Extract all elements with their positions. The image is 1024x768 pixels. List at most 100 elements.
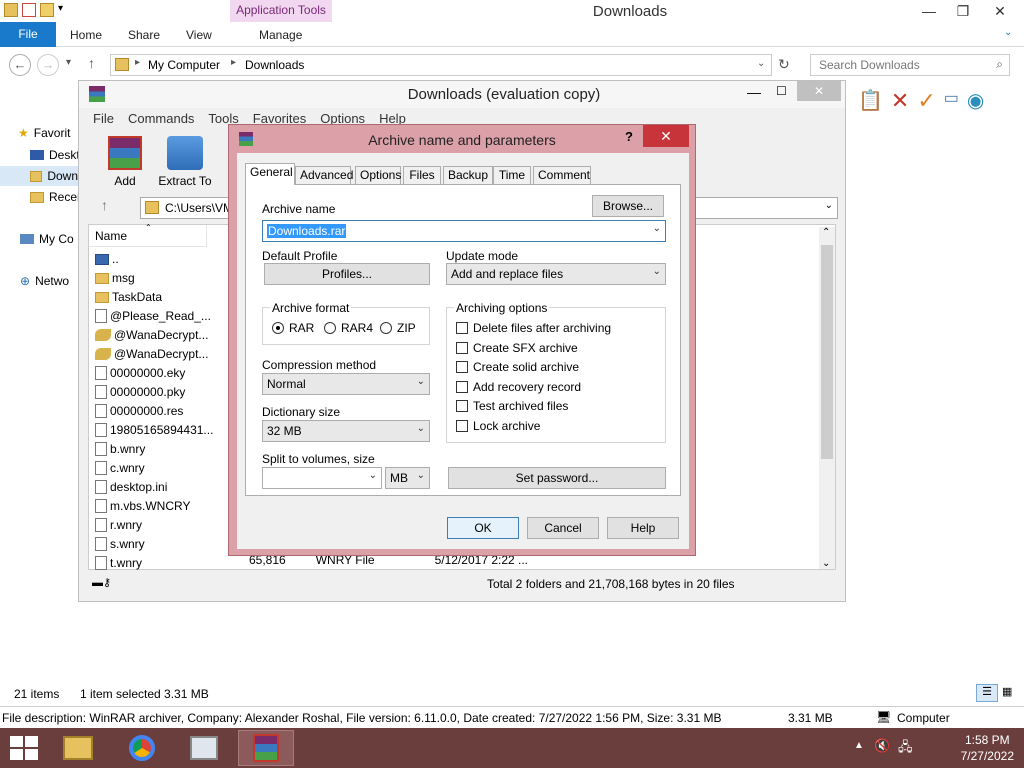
taskbar-chrome[interactable] xyxy=(114,730,170,766)
radio-rar[interactable]: RAR xyxy=(272,319,314,337)
tab-home[interactable]: Home xyxy=(70,28,102,42)
help-button[interactable]: Help xyxy=(607,517,679,539)
file-row[interactable]: r.wnry xyxy=(95,516,142,534)
option-checkbox[interactable]: Create solid archive xyxy=(456,358,579,376)
help-icon[interactable]: ⌄ xyxy=(1004,27,1012,38)
taskbar-winrar[interactable] xyxy=(238,730,294,766)
nav-my-computer[interactable]: My Co xyxy=(20,232,74,246)
dictionary-size-select[interactable]: 32 MB ⌄ xyxy=(262,420,430,442)
file-row[interactable]: @WanaDecrypt... xyxy=(95,326,208,344)
option-checkbox[interactable]: Delete files after archiving xyxy=(456,319,611,337)
add-button[interactable]: Add xyxy=(95,136,155,188)
profiles-button[interactable]: Profiles... xyxy=(264,263,430,285)
tab-share[interactable]: Share xyxy=(128,28,160,42)
nav-favorites[interactable]: ★ Favorit xyxy=(18,126,70,140)
tab-advanced[interactable]: Advanced xyxy=(295,166,353,184)
drive-icon[interactable]: ▬⚷ xyxy=(92,576,111,589)
file-row[interactable]: TaskData xyxy=(95,288,162,306)
breadcrumb-downloads[interactable]: Downloads xyxy=(245,58,304,72)
forward-button[interactable]: → xyxy=(37,54,59,76)
file-row[interactable]: desktop.ini xyxy=(95,478,167,496)
tab-backup[interactable]: Backup xyxy=(443,166,493,184)
menu-file[interactable]: File xyxy=(93,111,114,126)
tab-files[interactable]: Files xyxy=(403,166,441,184)
tab-file[interactable]: File xyxy=(0,22,56,47)
file-row[interactable]: s.wnry xyxy=(95,535,145,553)
file-row[interactable]: c.wnry xyxy=(95,459,145,477)
file-row[interactable]: b.wnry xyxy=(95,440,145,458)
network-icon[interactable]: 🖧 xyxy=(898,738,913,760)
nav-network[interactable]: ⊕ Netwo xyxy=(20,274,69,288)
tab-time[interactable]: Time xyxy=(493,166,531,184)
maximize-button[interactable]: ☐ xyxy=(776,84,787,98)
option-checkbox[interactable]: Test archived files xyxy=(456,397,568,415)
close-button[interactable]: ✕ xyxy=(980,0,1020,22)
cancel-button[interactable]: Cancel xyxy=(527,517,599,539)
recent-locations-icon[interactable]: ▾ xyxy=(66,57,71,68)
radio-rar4[interactable]: RAR4 xyxy=(324,319,373,337)
chevron-down-icon[interactable]: ⌄ xyxy=(653,223,661,234)
scroll-down-icon[interactable]: ⌄ xyxy=(822,558,830,569)
option-checkbox[interactable]: Add recovery record xyxy=(456,378,581,396)
taskbar-task-manager[interactable] xyxy=(176,730,232,766)
nav-desktop[interactable]: Deskt xyxy=(30,148,80,162)
browse-button[interactable]: Browse... xyxy=(592,195,664,217)
globe-icon[interactable]: ◉ xyxy=(967,88,984,114)
nav-downloads[interactable]: Down xyxy=(0,166,78,186)
file-row[interactable]: 00000000.eky xyxy=(95,364,185,382)
show-hidden-icons-icon[interactable]: ▲ xyxy=(854,740,864,751)
file-row[interactable]: msg xyxy=(95,269,135,287)
details-view-icon[interactable]: ☰ xyxy=(976,684,998,702)
search-input[interactable]: Search Downloads ⌕ xyxy=(810,54,1010,76)
extract-to-button[interactable]: Extract To xyxy=(155,136,215,188)
file-row[interactable]: @Please_Read_... xyxy=(95,307,211,325)
tab-manage[interactable]: Manage xyxy=(259,28,302,42)
scroll-up-icon[interactable]: ⌃ xyxy=(822,227,830,238)
up-one-level-icon[interactable]: ↑ xyxy=(101,197,108,213)
properties-icon[interactable]: ▭ xyxy=(944,88,959,114)
tab-options[interactable]: Options xyxy=(355,166,401,184)
tab-general[interactable]: General xyxy=(245,163,295,185)
up-button[interactable]: ↑ xyxy=(88,55,95,71)
file-row[interactable]: 19805165894431... xyxy=(95,421,213,439)
vertical-scrollbar[interactable]: ⌃ ⌄ xyxy=(819,227,835,569)
file-row[interactable]: 00000000.pky xyxy=(95,383,185,401)
tab-view[interactable]: View xyxy=(186,28,212,42)
ok-button[interactable]: OK xyxy=(447,517,519,539)
radio-zip[interactable]: ZIP xyxy=(380,319,416,337)
file-row[interactable]: 00000000.res xyxy=(95,402,183,420)
chevron-down-icon[interactable]: ⌄ xyxy=(369,470,377,481)
close-button[interactable]: ✕ xyxy=(797,81,841,101)
set-password-button[interactable]: Set password... xyxy=(448,467,666,489)
taskbar-clock[interactable]: 1:58 PM 7/27/2022 xyxy=(961,732,1014,764)
address-box[interactable]: ▸ My Computer ▸ Downloads ⌄ xyxy=(110,54,772,76)
scrollbar-thumb[interactable] xyxy=(821,245,833,459)
file-row[interactable]: m.vbs.WNCRY xyxy=(95,497,190,515)
refresh-icon[interactable]: ↻ xyxy=(778,56,790,73)
large-icons-view-icon[interactable]: ▦ xyxy=(1002,685,1012,698)
chevron-down-icon[interactable]: ⌄ xyxy=(757,58,765,69)
file-row[interactable]: @WanaDecrypt... xyxy=(95,345,208,363)
tab-comment[interactable]: Comment xyxy=(533,166,591,184)
maximize-button[interactable]: ❐ xyxy=(946,0,980,22)
taskbar-file-explorer[interactable] xyxy=(50,730,106,766)
option-checkbox[interactable]: Lock archive xyxy=(456,417,540,435)
column-header-name[interactable]: Name ⌃ xyxy=(89,223,207,247)
menu-commands[interactable]: Commands xyxy=(128,111,194,126)
minimize-button[interactable]: — xyxy=(747,84,761,100)
volume-muted-icon[interactable]: 🔇 xyxy=(874,738,890,754)
help-icon[interactable]: ? xyxy=(625,129,633,144)
file-row[interactable]: .. xyxy=(95,250,119,268)
file-row[interactable]: t.wnry xyxy=(95,554,142,572)
archive-name-input[interactable]: Downloads.rar ⌄ xyxy=(262,220,666,242)
dialog-close-button[interactable]: ✕ xyxy=(643,125,689,147)
back-button[interactable]: ← xyxy=(9,54,31,76)
split-volumes-input[interactable]: ⌄ xyxy=(262,467,382,489)
update-mode-select[interactable]: Add and replace files ⌄ xyxy=(446,263,666,285)
split-unit-select[interactable]: MB ⌄ xyxy=(385,467,430,489)
start-button[interactable] xyxy=(10,736,38,760)
chevron-down-icon[interactable]: ⌄ xyxy=(825,200,833,211)
nav-recent[interactable]: Recer xyxy=(30,190,81,204)
breadcrumb-my-computer[interactable]: My Computer xyxy=(148,58,220,72)
option-checkbox[interactable]: Create SFX archive xyxy=(456,339,578,357)
